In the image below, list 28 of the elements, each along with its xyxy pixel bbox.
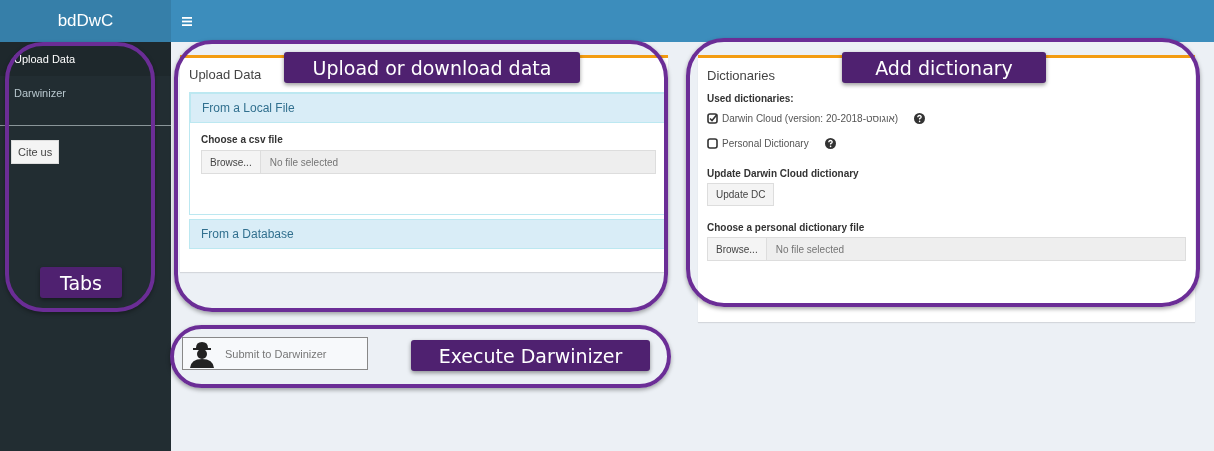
card-title: Dictionaries [707,68,775,83]
browse-button[interactable]: Browse... [201,150,261,174]
app-logo: bdDwC [0,0,171,42]
field-label: Update Darwin Cloud dictionary [707,168,860,179]
callout-label: Execute Darwinizer [411,340,650,371]
cite-button[interactable]: Cite us [11,140,60,164]
sidebar-tab[interactable]: Darwinizer [0,76,171,110]
field-label: Used dictionaries: [707,93,795,104]
sidebar-tab[interactable]: Upload Data [0,42,171,76]
file-name-field[interactable]: No file selected [766,237,1186,261]
card-title: Upload Data [189,67,262,82]
person-icon [187,339,217,368]
callout-label: Tabs [40,267,122,298]
submit-button[interactable]: Submit to Darwinizer [182,337,368,370]
callout-label: Add dictionary [842,52,1046,83]
browse-button[interactable]: Browse... [707,237,767,261]
checkbox[interactable] [707,113,718,124]
field-label: Choose a personal dictionary file [707,222,866,233]
checkbox-label: Darwin Cloud (version: 20-אוגוסט-2018) [722,113,899,124]
checkbox-label: Personal Dictionary [722,138,809,149]
menu-icon[interactable] [181,16,192,26]
help-icon[interactable] [914,113,926,124]
help-icon[interactable] [824,138,836,149]
checkbox[interactable] [707,138,718,149]
field-label: Choose a csv file [201,134,284,145]
file-name-field[interactable]: No file selected [260,150,656,174]
update-button[interactable]: Update DC [707,183,775,206]
callout-label: Upload or download data [284,52,580,83]
